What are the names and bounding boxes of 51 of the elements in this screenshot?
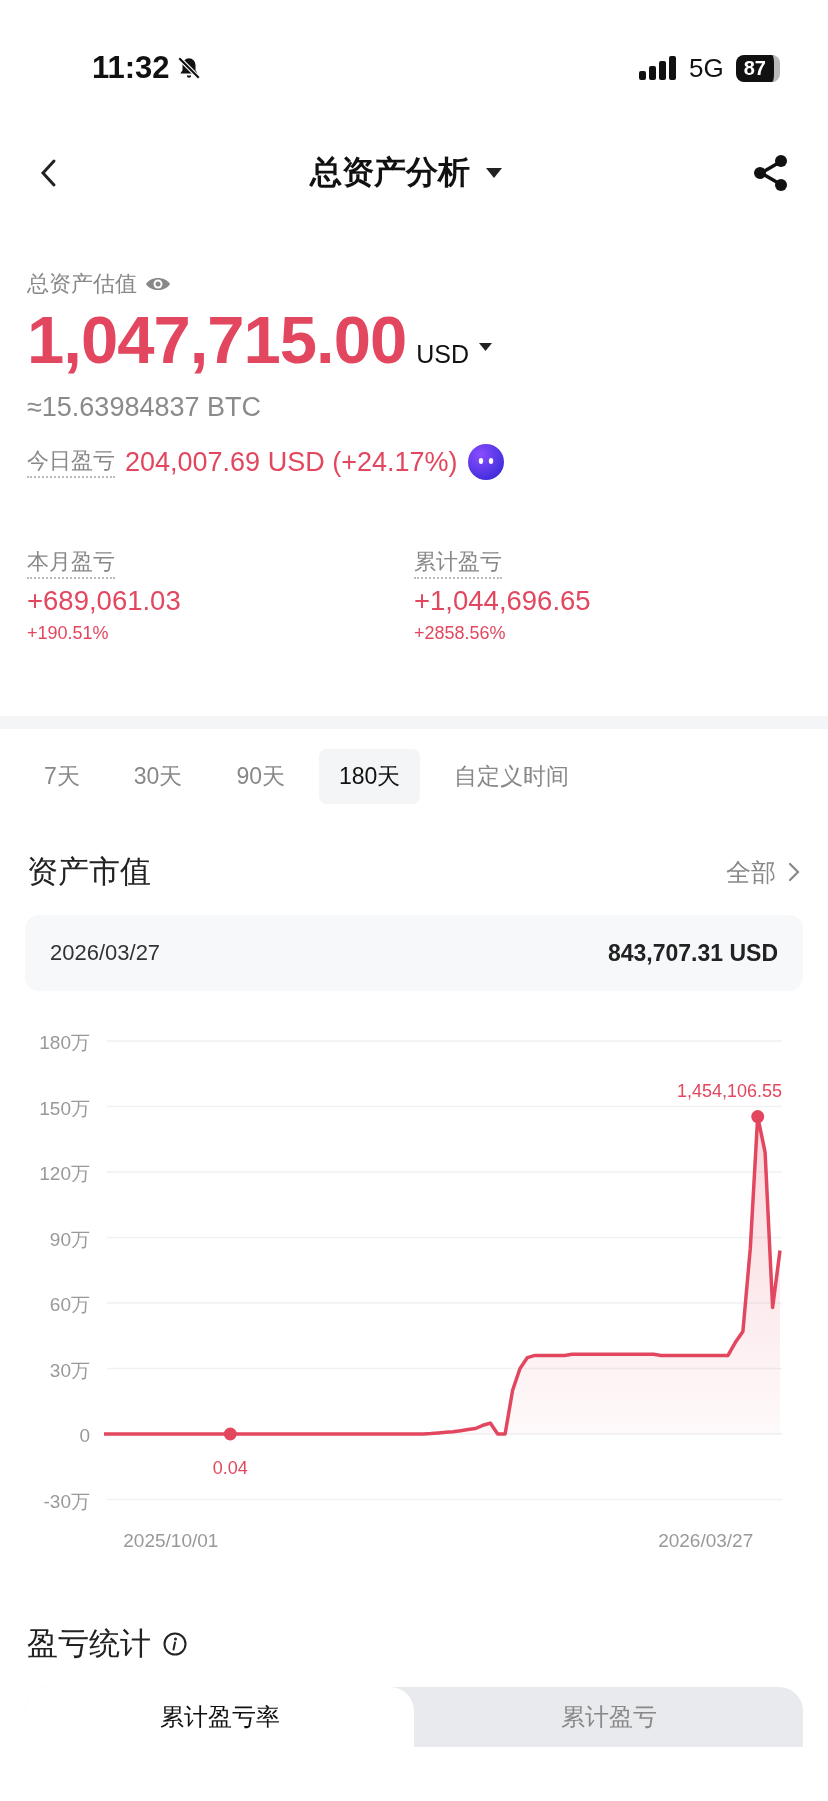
- data-label: 0.04: [212, 1458, 248, 1478]
- data-point: [751, 1110, 765, 1124]
- y-axis-label: -30万: [43, 1490, 90, 1512]
- chevron-right-icon[interactable]: [788, 862, 800, 882]
- period-tab[interactable]: 90天: [216, 749, 305, 804]
- pnl-label[interactable]: 累计盈亏: [414, 547, 502, 579]
- data-point: [223, 1427, 237, 1441]
- date-label: 2026/03/27: [50, 940, 161, 966]
- btc-value: ≈15.63984837 BTC: [27, 392, 262, 423]
- section-title: 盈亏统计: [27, 1625, 151, 1663]
- currency-selector[interactable]: USD: [416, 340, 469, 369]
- data-label: 1,454,106.55: [676, 1080, 782, 1101]
- total-value: 1,047,715.00: [27, 301, 407, 378]
- y-axis-label: 90万: [49, 1228, 90, 1250]
- pnl-percent: +190.51%: [27, 623, 110, 644]
- y-axis-label: 0: [79, 1425, 90, 1446]
- eye-icon[interactable]: [145, 275, 171, 293]
- view-all-link[interactable]: 全部: [726, 855, 776, 889]
- battery-icon: 87: [735, 54, 780, 82]
- today-pnl-label[interactable]: 今日盈亏: [27, 446, 115, 478]
- x-axis-label: 2025/10/01: [123, 1530, 219, 1551]
- today-pnl-value: 204,007.69 USD (+24.17%): [125, 446, 458, 478]
- page-title[interactable]: 总资产分析: [310, 151, 470, 195]
- signal-icon: [639, 56, 678, 80]
- y-axis-label: 180万: [39, 1032, 90, 1053]
- section-title: 资产市值: [27, 853, 151, 891]
- amount-label: 843,707.31 USD: [607, 939, 778, 967]
- assistant-icon[interactable]: [467, 443, 506, 481]
- x-axis-label: 2026/03/27: [658, 1530, 754, 1551]
- share-icon[interactable]: [752, 154, 790, 192]
- y-axis-label: 120万: [39, 1163, 90, 1184]
- info-icon[interactable]: [163, 1632, 187, 1656]
- stats-tab[interactable]: 累计盈亏率: [25, 1687, 414, 1747]
- network-label: 5G: [689, 52, 724, 84]
- pnl-percent: +2858.56%: [414, 623, 507, 644]
- pnl-value: +1,044,696.65: [414, 585, 592, 617]
- period-tab[interactable]: 自定义时间: [434, 749, 590, 804]
- caret-icon[interactable]: [479, 342, 492, 351]
- pnl-label[interactable]: 本月盈亏: [27, 547, 115, 579]
- caret-icon[interactable]: [486, 168, 502, 178]
- stats-tab[interactable]: 累计盈亏: [414, 1687, 803, 1747]
- total-assets-label: 总资产估值: [27, 270, 137, 298]
- period-tab[interactable]: 30天: [113, 749, 203, 804]
- y-axis-label: 150万: [39, 1097, 90, 1119]
- period-tab[interactable]: 7天: [24, 749, 100, 804]
- status-time: 11:32: [92, 50, 170, 86]
- y-axis-label: 30万: [49, 1359, 90, 1381]
- y-axis-label: 60万: [49, 1294, 90, 1315]
- bell-muted-icon: [175, 55, 202, 81]
- pnl-value: +689,061.03: [27, 585, 182, 617]
- period-tab[interactable]: 180天: [319, 749, 421, 804]
